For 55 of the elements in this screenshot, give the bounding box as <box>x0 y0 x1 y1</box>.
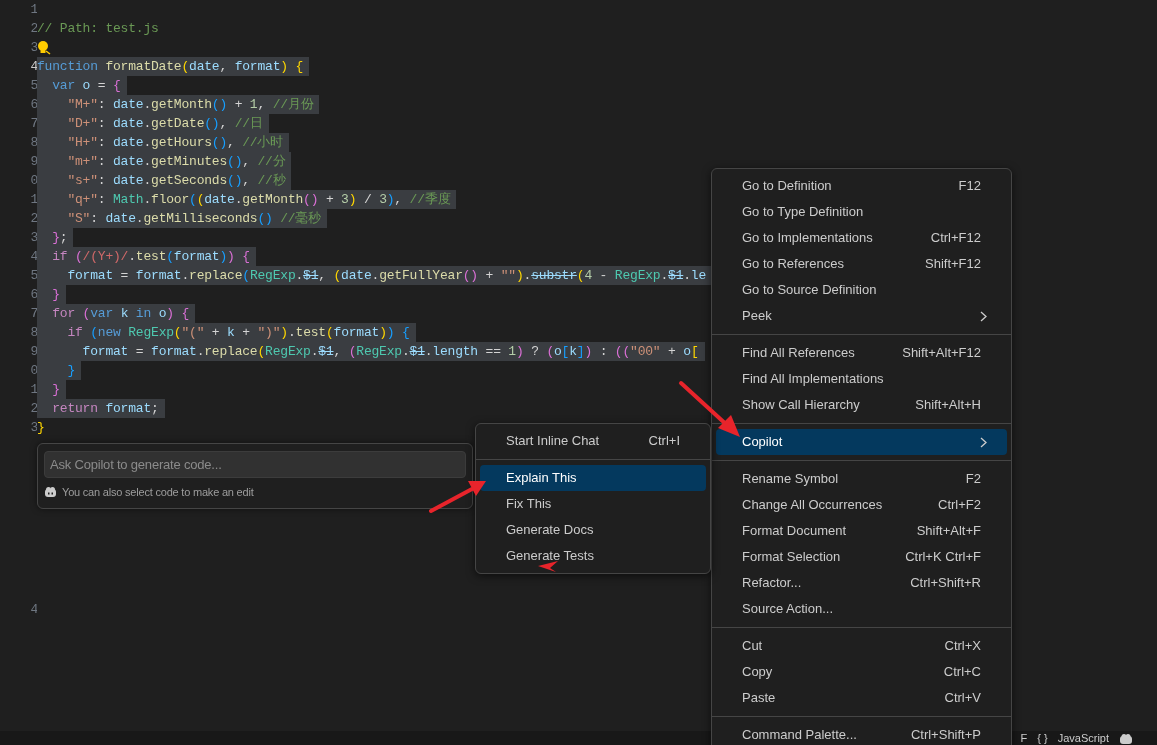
line-number: 3 <box>29 39 38 57</box>
annotation-arrow <box>679 381 740 437</box>
line-number: 6 <box>29 96 38 114</box>
annotation-arrow <box>538 561 558 572</box>
status-bar-item[interactable]: { } <box>1037 731 1048 745</box>
menu-item[interactable]: Find All Implementations <box>716 366 1007 392</box>
chevron-right-icon <box>980 436 987 448</box>
menu-item[interactable]: Go to Implementations Ctrl+F12 <box>716 225 1007 251</box>
menu-item[interactable]: Show Call Hierarchy Shift+Alt+H <box>716 392 1007 418</box>
line-number: 3 <box>29 229 38 247</box>
menu-item[interactable]: Source Action... <box>716 596 1007 622</box>
menu-item[interactable]: Start Inline Chat Ctrl+I <box>480 428 706 454</box>
menu-item[interactable]: Change All Occurrences Ctrl+F2 <box>716 492 1007 518</box>
line-number: 5 <box>29 77 38 95</box>
chat-input-field[interactable]: Ask Copilot to generate code... <box>44 451 466 478</box>
line-number: 5 <box>29 267 38 285</box>
menu-item[interactable]: Go to Source Definition <box>716 277 1007 303</box>
line-number: 7 <box>29 305 38 323</box>
line-number: 0 <box>29 362 38 380</box>
menu-item[interactable]: Paste Ctrl+V <box>716 685 1007 711</box>
status-bar-item[interactable]: JavaScript <box>1057 731 1109 745</box>
menu-item[interactable]: Refactor... Ctrl+Shift+R <box>716 570 1007 596</box>
menu-item[interactable]: Fix This <box>480 491 706 517</box>
menu-item[interactable]: Copy Ctrl+C <box>716 659 1007 685</box>
line-number: 9 <box>29 343 38 361</box>
status-bar-item[interactable]: F <box>1020 731 1028 745</box>
annotation-arrow <box>429 481 486 513</box>
line-number: 3 <box>29 419 38 437</box>
menu-item[interactable]: Go to Definition F12 <box>716 173 1007 199</box>
menu-item[interactable]: Generate Docs <box>480 517 706 543</box>
menu-item[interactable]: Go to References Shift+F12 <box>716 251 1007 277</box>
menu-item[interactable]: Format Document Shift+Alt+F <box>716 518 1007 544</box>
line-number: 2 <box>29 210 38 228</box>
line-number: 0 <box>29 172 38 190</box>
line-number: 2 <box>29 400 38 418</box>
menu-item[interactable]: Command Palette... Ctrl+Shift+P <box>716 722 1007 745</box>
menu-item[interactable]: Generate Tests <box>480 543 706 569</box>
menu-item[interactable]: Find All References Shift+Alt+F12 <box>716 340 1007 366</box>
menu-item[interactable]: Peek <box>716 303 1007 329</box>
menu-item[interactable]: Cut Ctrl+X <box>716 633 1007 659</box>
chevron-right-icon <box>980 310 987 322</box>
copilot-icon[interactable] <box>1119 732 1133 744</box>
menu-item[interactable]: Explain This <box>480 465 706 491</box>
menu-item[interactable]: Rename Symbol F2 <box>716 466 1007 492</box>
menu-item[interactable]: Format Selection Ctrl+K Ctrl+F <box>716 544 1007 570</box>
line-number: 8 <box>29 134 38 152</box>
line-number: 2 <box>29 20 38 38</box>
hint-text: You can also select code to make an edit <box>62 485 254 500</box>
line-number: 8 <box>29 324 38 342</box>
line-number: 6 <box>29 286 38 304</box>
menu-item[interactable]: Copilot <box>716 429 1007 455</box>
line-number: 9 <box>29 153 38 171</box>
line-number: 7 <box>29 115 38 133</box>
menu-item[interactable]: Go to Type Definition <box>716 199 1007 225</box>
copilot-icon <box>44 486 57 499</box>
